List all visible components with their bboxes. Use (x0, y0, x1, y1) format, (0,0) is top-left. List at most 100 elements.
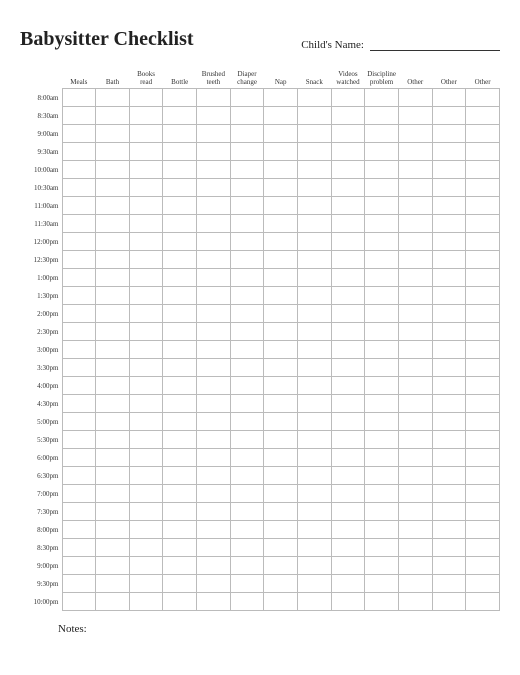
checklist-cell[interactable] (365, 197, 399, 215)
checklist-cell[interactable] (466, 125, 500, 143)
checklist-cell[interactable] (163, 431, 197, 449)
checklist-cell[interactable] (331, 143, 365, 161)
checklist-cell[interactable] (96, 233, 130, 251)
checklist-cell[interactable] (62, 305, 96, 323)
checklist-cell[interactable] (297, 431, 331, 449)
checklist-cell[interactable] (230, 287, 264, 305)
checklist-cell[interactable] (129, 197, 163, 215)
checklist-cell[interactable] (365, 557, 399, 575)
checklist-cell[interactable] (96, 305, 130, 323)
checklist-cell[interactable] (264, 413, 298, 431)
checklist-cell[interactable] (398, 125, 432, 143)
checklist-cell[interactable] (432, 143, 466, 161)
checklist-cell[interactable] (62, 143, 96, 161)
checklist-cell[interactable] (466, 467, 500, 485)
checklist-cell[interactable] (365, 233, 399, 251)
checklist-cell[interactable] (365, 467, 399, 485)
checklist-cell[interactable] (96, 323, 130, 341)
checklist-cell[interactable] (398, 521, 432, 539)
checklist-cell[interactable] (331, 413, 365, 431)
checklist-cell[interactable] (264, 197, 298, 215)
checklist-cell[interactable] (96, 485, 130, 503)
checklist-cell[interactable] (129, 125, 163, 143)
checklist-cell[interactable] (230, 503, 264, 521)
checklist-cell[interactable] (163, 161, 197, 179)
checklist-cell[interactable] (197, 179, 231, 197)
checklist-cell[interactable] (62, 251, 96, 269)
checklist-cell[interactable] (466, 179, 500, 197)
checklist-cell[interactable] (62, 197, 96, 215)
checklist-cell[interactable] (365, 575, 399, 593)
checklist-cell[interactable] (466, 395, 500, 413)
checklist-cell[interactable] (62, 89, 96, 107)
checklist-cell[interactable] (264, 287, 298, 305)
checklist-cell[interactable] (129, 593, 163, 611)
checklist-cell[interactable] (466, 431, 500, 449)
checklist-cell[interactable] (96, 395, 130, 413)
checklist-cell[interactable] (197, 431, 231, 449)
checklist-cell[interactable] (466, 233, 500, 251)
checklist-cell[interactable] (62, 395, 96, 413)
checklist-cell[interactable] (432, 521, 466, 539)
checklist-cell[interactable] (297, 467, 331, 485)
checklist-cell[interactable] (264, 431, 298, 449)
checklist-cell[interactable] (129, 413, 163, 431)
checklist-cell[interactable] (432, 161, 466, 179)
checklist-cell[interactable] (398, 341, 432, 359)
checklist-cell[interactable] (432, 485, 466, 503)
checklist-cell[interactable] (264, 233, 298, 251)
checklist-cell[interactable] (129, 179, 163, 197)
checklist-cell[interactable] (163, 503, 197, 521)
checklist-cell[interactable] (331, 161, 365, 179)
checklist-cell[interactable] (264, 215, 298, 233)
checklist-cell[interactable] (163, 323, 197, 341)
checklist-cell[interactable] (264, 377, 298, 395)
checklist-cell[interactable] (129, 575, 163, 593)
checklist-cell[interactable] (197, 521, 231, 539)
checklist-cell[interactable] (129, 431, 163, 449)
checklist-cell[interactable] (466, 251, 500, 269)
checklist-cell[interactable] (331, 179, 365, 197)
checklist-cell[interactable] (129, 323, 163, 341)
checklist-cell[interactable] (163, 269, 197, 287)
checklist-cell[interactable] (129, 521, 163, 539)
checklist-cell[interactable] (297, 377, 331, 395)
checklist-cell[interactable] (230, 197, 264, 215)
checklist-cell[interactable] (163, 305, 197, 323)
checklist-cell[interactable] (432, 197, 466, 215)
checklist-cell[interactable] (62, 485, 96, 503)
checklist-cell[interactable] (264, 107, 298, 125)
checklist-cell[interactable] (230, 269, 264, 287)
checklist-cell[interactable] (365, 125, 399, 143)
checklist-cell[interactable] (129, 467, 163, 485)
checklist-cell[interactable] (432, 575, 466, 593)
checklist-cell[interactable] (62, 377, 96, 395)
checklist-cell[interactable] (197, 323, 231, 341)
checklist-cell[interactable] (96, 413, 130, 431)
checklist-cell[interactable] (466, 215, 500, 233)
checklist-cell[interactable] (466, 575, 500, 593)
checklist-cell[interactable] (197, 467, 231, 485)
checklist-cell[interactable] (466, 107, 500, 125)
checklist-cell[interactable] (129, 485, 163, 503)
checklist-cell[interactable] (197, 503, 231, 521)
checklist-cell[interactable] (163, 143, 197, 161)
checklist-cell[interactable] (230, 215, 264, 233)
checklist-cell[interactable] (432, 431, 466, 449)
checklist-cell[interactable] (365, 341, 399, 359)
checklist-cell[interactable] (398, 557, 432, 575)
checklist-cell[interactable] (163, 395, 197, 413)
checklist-cell[interactable] (264, 467, 298, 485)
checklist-cell[interactable] (432, 305, 466, 323)
checklist-cell[interactable] (331, 305, 365, 323)
checklist-cell[interactable] (96, 107, 130, 125)
checklist-cell[interactable] (432, 413, 466, 431)
checklist-cell[interactable] (432, 467, 466, 485)
checklist-cell[interactable] (264, 305, 298, 323)
checklist-cell[interactable] (331, 485, 365, 503)
checklist-cell[interactable] (163, 449, 197, 467)
checklist-cell[interactable] (129, 89, 163, 107)
checklist-cell[interactable] (466, 269, 500, 287)
checklist-cell[interactable] (264, 539, 298, 557)
checklist-cell[interactable] (62, 557, 96, 575)
